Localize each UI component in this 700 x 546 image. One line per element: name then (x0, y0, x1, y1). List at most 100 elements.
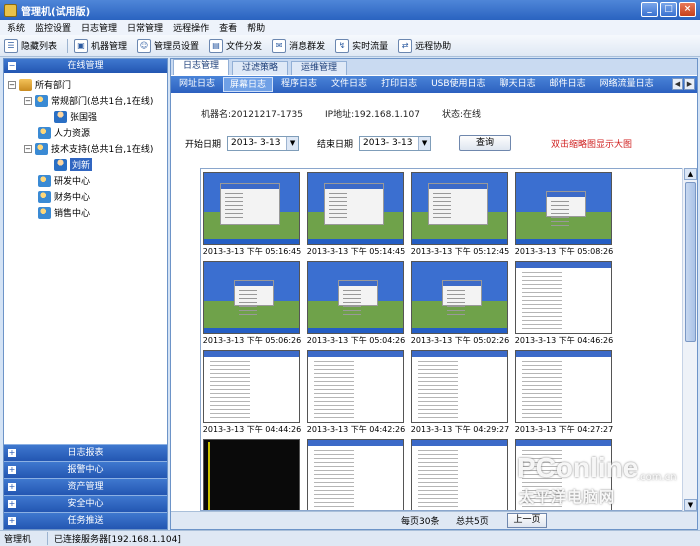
screenshot-image[interactable] (203, 172, 300, 245)
section-log-reports[interactable]: + 日志报表 (4, 444, 167, 461)
start-date-picker[interactable]: 2013- 3-13 ▼ (227, 135, 300, 151)
screenshot-image[interactable] (515, 439, 612, 510)
machine-management-button[interactable]: ▣ 机器管理 (74, 38, 127, 53)
screenshot-image[interactable] (515, 350, 612, 423)
tab-program-log[interactable]: 程序日志 (275, 77, 323, 92)
tree-dept-sales[interactable]: 销售中心 (38, 205, 90, 220)
section-security-center[interactable]: + 安全中心 (4, 495, 167, 512)
maximize-button[interactable]: □ (660, 2, 677, 17)
tab-log-management[interactable]: 日志管理 (173, 59, 230, 75)
screenshot-thumbnail[interactable]: 2013-3-13 下午 05:14:45 (307, 172, 405, 258)
group-icon (38, 190, 51, 203)
screenshot-image[interactable] (203, 439, 300, 510)
user-icon (54, 158, 67, 171)
screenshot-image[interactable] (515, 261, 612, 334)
chevron-left-icon[interactable]: ◀ (672, 78, 683, 90)
chevron-right-icon[interactable]: ▶ (684, 78, 695, 90)
screenshot-thumbnail[interactable]: 2013-3-13 下午 05:02:26 (411, 261, 509, 347)
tab-usb-log[interactable]: USB使用日志 (425, 77, 491, 92)
collapse-icon[interactable]: − (8, 80, 16, 89)
scroll-down-icon[interactable]: ▼ (684, 499, 697, 511)
screenshot-thumbnail[interactable]: 2013-3-13 下午 04:44:26 (203, 350, 301, 436)
chevron-down-icon[interactable]: ▼ (286, 136, 299, 150)
tree-dept-tech-support[interactable]: − 技术支持(总共1台,1在线) (24, 141, 153, 156)
tree-dept-regular[interactable]: − 常规部门(总共1台,1在线) (24, 93, 153, 108)
hide-list-button[interactable]: ☰ 隐藏列表 (4, 38, 57, 53)
screenshot-thumbnail[interactable] (411, 439, 508, 510)
screenshot-image[interactable] (411, 439, 508, 510)
tree-root[interactable]: − 所有部门 (8, 77, 71, 92)
tree-dept-hr[interactable]: 人力资源 (38, 125, 90, 140)
screenshot-thumbnail[interactable]: 2013-3-13 下午 05:04:26 (307, 261, 405, 347)
query-button[interactable]: 查询 (459, 135, 512, 151)
chevron-down-icon[interactable]: ▼ (418, 136, 431, 150)
screenshot-image[interactable] (203, 261, 300, 334)
menu-daily-management[interactable]: 日常管理 (122, 21, 168, 34)
tab-screen-log[interactable]: 屏幕日志 (223, 77, 274, 92)
realtime-traffic-button[interactable]: ↯ 实时流量 (335, 38, 388, 53)
window-title: 管理机(试用版) (21, 6, 91, 18)
file-distribution-button[interactable]: ▤ 文件分发 (209, 38, 262, 53)
section-alarm-center[interactable]: + 报警中心 (4, 461, 167, 478)
screenshot-thumbnail[interactable]: 2013-3-13 下午 05:12:45 (411, 172, 509, 258)
menu-view[interactable]: 查看 (214, 21, 242, 34)
tree-user-zhang[interactable]: 张国强 (54, 109, 97, 124)
screenshot-thumbnail[interactable]: 2013-3-13 下午 05:06:26 (202, 261, 302, 347)
screenshot-image[interactable] (307, 350, 404, 423)
screenshot-image[interactable] (307, 261, 404, 334)
screenshot-image[interactable] (411, 261, 508, 334)
collapse-icon[interactable]: − (24, 96, 32, 105)
screenshot-thumbnail[interactable]: 2013-3-13 下午 04:27:27 (515, 350, 613, 436)
screenshot-thumbnail[interactable]: 2013-3-13 下午 05:08:26 (515, 172, 613, 258)
pager: 每页30条 总共5页 上一页 (171, 511, 697, 529)
screenshot-image[interactable] (307, 439, 404, 510)
screenshot-image[interactable] (203, 350, 300, 423)
close-button[interactable]: × (679, 2, 696, 17)
menu-help[interactable]: 帮助 (242, 21, 270, 34)
menu-remote-operation[interactable]: 远程操作 (168, 21, 214, 34)
remote-assist-button[interactable]: ⇄ 远程协助 (398, 38, 451, 53)
scroll-up-icon[interactable]: ▲ (684, 168, 697, 180)
screenshot-thumbnail[interactable] (307, 439, 404, 510)
screenshot-thumbnail[interactable]: 2013-3-13 下午 04:42:26 (307, 350, 405, 436)
total-pages-text: 总共5页 (456, 517, 489, 527)
screenshot-thumbnail[interactable] (203, 439, 300, 510)
vertical-scrollbar[interactable]: ▲ ▼ (682, 168, 697, 511)
tree-dept-rd[interactable]: 研发中心 (38, 173, 90, 188)
section-asset-management[interactable]: + 资产管理 (4, 478, 167, 495)
tab-url-log[interactable]: 网址日志 (173, 77, 221, 92)
sidebar: − 在线管理 − 所有部门 − 常规部门(总共1台,1在线) 张国强 人力资源 … (3, 58, 168, 530)
menu-monitor-settings[interactable]: 监控设置 (30, 21, 76, 34)
menu-system[interactable]: 系统 (2, 21, 30, 34)
screenshot-thumbnail[interactable]: 2013-3-13 下午 05:16:45 (203, 172, 301, 258)
screenshot-thumbnail[interactable] (515, 439, 612, 510)
sidebar-header-online[interactable]: − 在线管理 (4, 59, 167, 73)
tab-ops-management[interactable]: 运维管理 (291, 61, 348, 75)
screenshot-image[interactable] (307, 172, 404, 245)
screenshot-thumbnail[interactable]: 2013-3-13 下午 04:46:26 (515, 261, 613, 347)
tab-traffic-log[interactable]: 网络流量日志 (594, 77, 660, 92)
tab-filter-policy[interactable]: 过滤策略 (232, 61, 289, 75)
prev-page-button[interactable]: 上一页 (507, 513, 547, 528)
tree-user-liu[interactable]: 刘新 (54, 157, 93, 172)
main-tabs: 日志管理 过滤策略 运维管理 (171, 59, 697, 75)
section-task-push[interactable]: + 任务推送 (4, 512, 167, 529)
menu-log-management[interactable]: 日志管理 (76, 21, 122, 34)
screenshot-image[interactable] (411, 172, 508, 245)
screenshot-image[interactable] (411, 350, 508, 423)
status-connection: 已连接服务器[192.168.1.104] (54, 535, 181, 545)
screenshot-caption: 2013-3-13 下午 05:06:26 (202, 336, 302, 345)
tree-dept-finance[interactable]: 财务中心 (38, 189, 90, 204)
screenshot-thumbnail[interactable]: 2013-3-13 下午 04:29:27 (411, 350, 509, 436)
admin-settings-button[interactable]: ☺ 管理员设置 (137, 38, 199, 53)
scroll-thumb[interactable] (685, 182, 696, 342)
message-broadcast-button[interactable]: ✉ 消息群发 (272, 38, 325, 53)
tab-print-log[interactable]: 打印日志 (375, 77, 423, 92)
screenshot-image[interactable] (515, 172, 612, 245)
minimize-button[interactable]: _ (641, 2, 658, 17)
tab-file-log[interactable]: 文件日志 (325, 77, 373, 92)
tab-mail-log[interactable]: 邮件日志 (544, 77, 592, 92)
tab-chat-log[interactable]: 聊天日志 (494, 77, 542, 92)
end-date-picker[interactable]: 2013- 3-13 ▼ (359, 135, 432, 151)
collapse-icon[interactable]: − (24, 144, 32, 153)
